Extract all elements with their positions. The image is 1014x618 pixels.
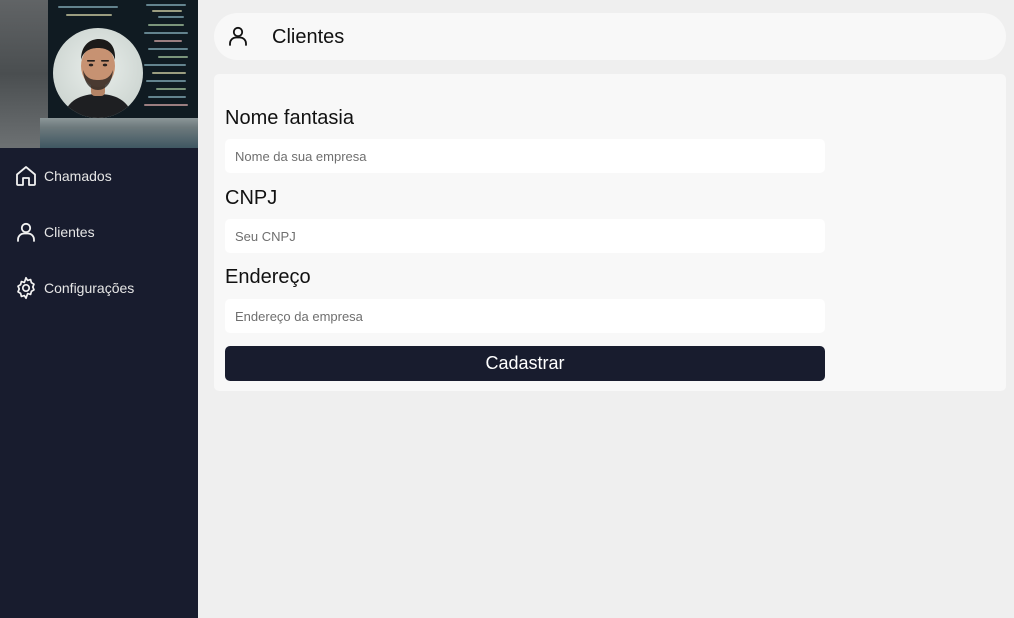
sidebar-item-configuracoes[interactable]: Configurações: [0, 268, 198, 308]
sidebar-item-label: Clientes: [44, 224, 95, 240]
cadastrar-button[interactable]: Cadastrar: [225, 346, 825, 381]
page-title: Clientes: [272, 26, 345, 48]
cnpj-input[interactable]: [225, 219, 825, 253]
nome-fantasia-input[interactable]: [225, 139, 825, 173]
sidebar-item-chamados[interactable]: Chamados: [0, 156, 198, 196]
sidebar-item-label: Chamados: [44, 168, 112, 184]
page-header: Clientes: [214, 13, 1006, 60]
sidebar: Chamados Clientes Configurações: [0, 0, 198, 618]
sidebar-item-clientes[interactable]: Clientes: [0, 212, 198, 252]
endereco-input[interactable]: [225, 299, 825, 333]
cnpj-label: CNPJ: [225, 187, 278, 209]
sidebar-item-label: Configurações: [44, 280, 135, 296]
user-icon: [226, 24, 250, 48]
home-icon: [14, 164, 38, 188]
user-icon: [14, 220, 38, 244]
gear-icon: [14, 276, 38, 300]
user-photo-icon: [63, 39, 133, 118]
sidebar-header-background: [0, 0, 198, 148]
client-form-card: Nome fantasia CNPJ Endereço Cadastrar: [214, 74, 1006, 391]
nome-fantasia-label: Nome fantasia: [225, 107, 354, 129]
avatar[interactable]: [53, 28, 143, 118]
endereco-label: Endereço: [225, 266, 311, 288]
